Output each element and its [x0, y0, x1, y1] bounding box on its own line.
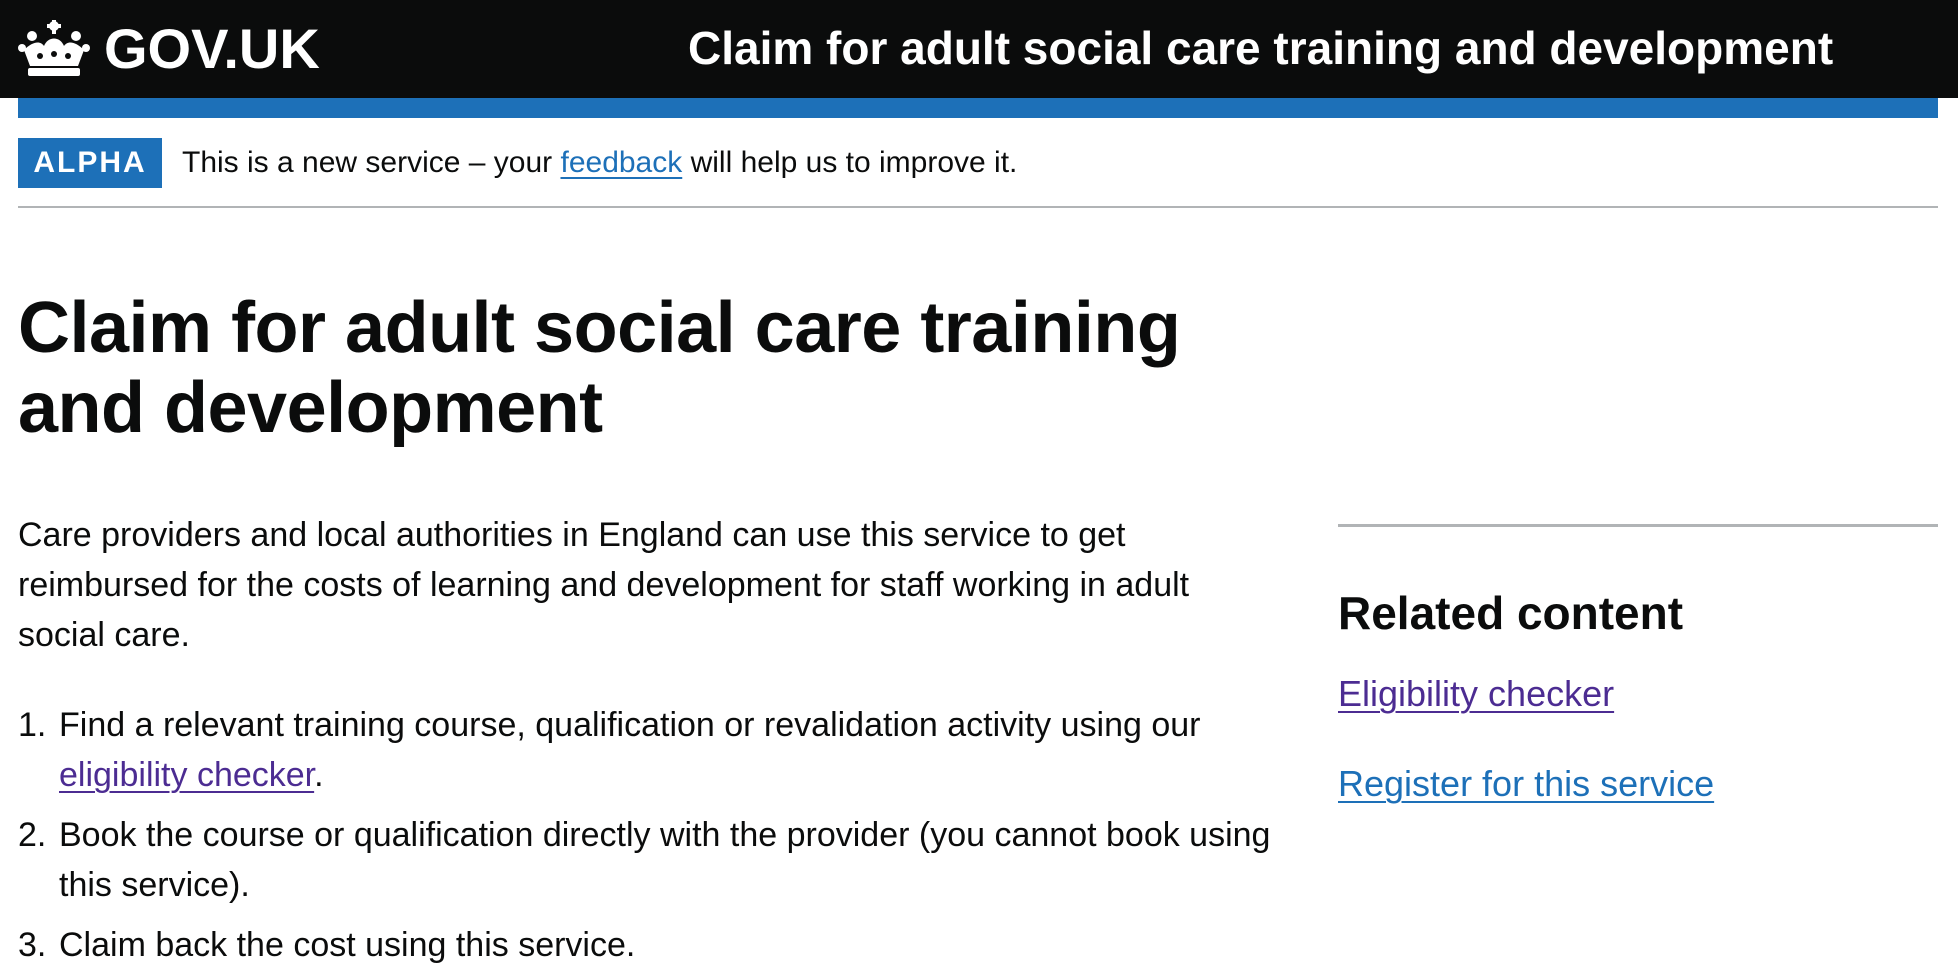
crown-icon — [18, 20, 90, 76]
step-1-text-before: Find a relevant training course, qualifi… — [59, 706, 1201, 744]
site-header: GOV.UK Claim for adult social care train… — [0, 0, 1958, 98]
related-links-list: Eligibility checker Register for this se… — [1338, 669, 1938, 809]
step-item: Find a relevant training course, qualifi… — [18, 700, 1299, 800]
intro-paragraph: Care providers and local authorities in … — [18, 516, 1190, 654]
step-item: Claim back the cost using this service. — [18, 920, 636, 970]
phase-tag: ALPHA — [18, 138, 162, 188]
feedback-link[interactable]: feedback — [560, 146, 682, 179]
related-content-heading: Related content — [1338, 587, 1684, 639]
logo-text: GOV.UK — [104, 17, 320, 80]
header-blue-bar — [18, 98, 1938, 118]
service-name-link[interactable]: Claim for adult social care training and… — [688, 20, 1833, 76]
govuk-logo-link[interactable]: GOV.UK — [18, 14, 320, 84]
phase-banner: ALPHA This is a new service – your feedb… — [18, 118, 1938, 208]
related-link-item: Eligibility checker — [1338, 669, 1938, 719]
phase-text-after: will help us to improve it. — [682, 146, 1018, 179]
phase-text-before: This is a new service – your — [182, 146, 561, 179]
phase-banner-text: This is a new service – your feedback wi… — [182, 140, 1017, 186]
step-item: Book the course or qualification directl… — [18, 810, 1271, 904]
step-1-text-after: . — [314, 756, 324, 794]
register-service-link[interactable]: Register for this service — [1338, 763, 1714, 804]
eligibility-checker-inline-link[interactable]: eligibility checker — [59, 756, 314, 794]
page-title: Claim for adult social care training and… — [18, 288, 1181, 448]
related-content: Related content Eligibility checker Regi… — [1338, 524, 1938, 849]
steps-list: Find a relevant training course, qualifi… — [18, 700, 1299, 980]
related-link-item: Register for this service — [1338, 759, 1938, 809]
eligibility-checker-link[interactable]: Eligibility checker — [1338, 673, 1614, 714]
